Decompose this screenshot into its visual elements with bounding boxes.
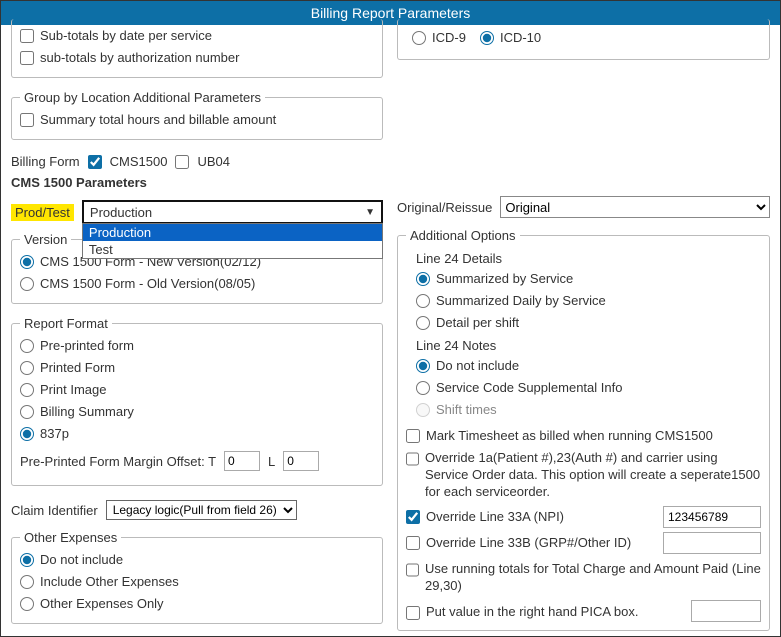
l24d-sum-svc-radio[interactable] (416, 272, 430, 286)
oe-include-radio[interactable] (20, 575, 34, 589)
l24n-shift-label: Shift times (436, 401, 497, 419)
subtotals-auth-label: sub-totals by authorization number (40, 49, 239, 67)
prod-test-option-test[interactable]: Test (83, 241, 382, 258)
l24n-shift-radio (416, 403, 430, 417)
margin-offset-label: Pre-Printed Form Margin Offset: T (20, 454, 216, 469)
chevron-down-icon: ▼ (365, 207, 375, 218)
icd10-radio[interactable] (480, 31, 494, 45)
ub04-label: UB04 (197, 154, 230, 169)
pica-input[interactable] (691, 600, 761, 622)
icd9-label: ICD-9 (432, 29, 466, 47)
running-totals-label: Use running totals for Total Charge and … (425, 560, 761, 594)
report-format-legend: Report Format (20, 316, 112, 331)
claim-identifier-label: Claim Identifier (11, 503, 98, 518)
margin-t-input[interactable] (224, 451, 260, 471)
l24d-sum-svc-label: Summarized by Service (436, 270, 573, 288)
icd-group: ICD-9 ICD-10 (397, 19, 770, 60)
fmt-billing-summary-label: Billing Summary (40, 403, 134, 421)
oe-no-radio[interactable] (20, 553, 34, 567)
summary-total-label: Summary total hours and billable amount (40, 111, 276, 129)
other-expenses-fieldset: Other Expenses Do not include Include Ot… (11, 530, 383, 624)
override-33b-checkbox[interactable] (406, 536, 420, 550)
l24d-sum-daily-radio[interactable] (416, 294, 430, 308)
l24n-no-label: Do not include (436, 357, 519, 375)
original-reissue-select[interactable]: Original (500, 196, 770, 218)
group-by-location-fieldset: Group by Location Additional Parameters … (11, 90, 383, 140)
fmt-837p-label: 837p (40, 425, 69, 443)
override-1a-checkbox[interactable] (406, 452, 419, 466)
l24n-supp-radio[interactable] (416, 381, 430, 395)
ub04-checkbox[interactable] (175, 155, 189, 169)
oe-only-radio[interactable] (20, 597, 34, 611)
other-expenses-legend: Other Expenses (20, 530, 121, 545)
summary-total-checkbox[interactable] (20, 113, 34, 127)
override-33b-label: Override Line 33B (GRP#/Other ID) (426, 534, 631, 552)
prod-test-value: Production (90, 205, 152, 220)
line24-notes-heading: Line 24 Notes (406, 338, 761, 353)
cms1500-label: CMS1500 (110, 154, 168, 169)
oe-no-label: Do not include (40, 551, 123, 569)
fmt-image-radio[interactable] (20, 383, 34, 397)
override-33a-input[interactable] (663, 506, 761, 528)
l24n-no-radio[interactable] (416, 359, 430, 373)
l24d-detail-label: Detail per shift (436, 314, 519, 332)
original-reissue-label: Original/Reissue (397, 200, 492, 215)
fmt-preprinted-radio[interactable] (20, 339, 34, 353)
override-33a-checkbox[interactable] (406, 510, 420, 524)
oe-only-label: Other Expenses Only (40, 595, 164, 613)
override-33b-input[interactable] (663, 532, 761, 554)
additional-options-legend: Additional Options (406, 228, 520, 243)
l24d-sum-daily-label: Summarized Daily by Service (436, 292, 606, 310)
oe-include-label: Include Other Expenses (40, 573, 179, 591)
running-totals-checkbox[interactable] (406, 563, 419, 577)
fmt-printed-label: Printed Form (40, 359, 115, 377)
mark-timesheet-checkbox[interactable] (406, 429, 420, 443)
cms1500-checkbox[interactable] (88, 155, 102, 169)
prod-test-option-production[interactable]: Production (83, 224, 382, 241)
line24-details-heading: Line 24 Details (406, 251, 761, 266)
l24d-detail-radio[interactable] (416, 316, 430, 330)
billing-form-label: Billing Form (11, 154, 80, 169)
version-new-radio[interactable] (20, 255, 34, 269)
icd10-label: ICD-10 (500, 29, 541, 47)
claim-identifier-select[interactable]: Legacy logic(Pull from field 26) (106, 500, 297, 520)
override-33a-label: Override Line 33A (NPI) (426, 508, 564, 526)
group-by-location-legend: Group by Location Additional Parameters (20, 90, 265, 105)
version-old-label: CMS 1500 Form - Old Version(08/05) (40, 275, 255, 293)
margin-l-label: L (268, 454, 275, 469)
prod-test-label: Prod/Test (11, 204, 74, 221)
subtotals-auth-checkbox[interactable] (20, 51, 34, 65)
fmt-image-label: Print Image (40, 381, 106, 399)
l24n-supp-label: Service Code Supplemental Info (436, 379, 622, 397)
subtotals-group: Sub-totals by date per service sub-total… (11, 19, 383, 78)
prod-test-select[interactable]: Production ▼ (82, 200, 383, 224)
fmt-837p-radio[interactable] (20, 427, 34, 441)
icd9-radio[interactable] (412, 31, 426, 45)
prod-test-dropdown: Production Test (82, 223, 383, 259)
subtotals-date-label: Sub-totals by date per service (40, 27, 212, 45)
fmt-preprinted-label: Pre-printed form (40, 337, 134, 355)
fmt-billing-summary-radio[interactable] (20, 405, 34, 419)
additional-options-fieldset: Additional Options Line 24 Details Summa… (397, 228, 770, 631)
cms-params-heading: CMS 1500 Parameters (11, 175, 383, 190)
mark-timesheet-label: Mark Timesheet as billed when running CM… (426, 427, 713, 445)
pica-label: Put value in the right hand PICA box. (426, 603, 638, 620)
fmt-printed-radio[interactable] (20, 361, 34, 375)
report-format-fieldset: Report Format Pre-printed form Printed F… (11, 316, 383, 486)
subtotals-date-checkbox[interactable] (20, 29, 34, 43)
version-legend: Version (20, 232, 71, 247)
pica-checkbox[interactable] (406, 606, 420, 620)
override-1a-label: Override 1a(Patient #),23(Auth #) and ca… (425, 449, 761, 500)
margin-l-input[interactable] (283, 451, 319, 471)
version-old-radio[interactable] (20, 277, 34, 291)
